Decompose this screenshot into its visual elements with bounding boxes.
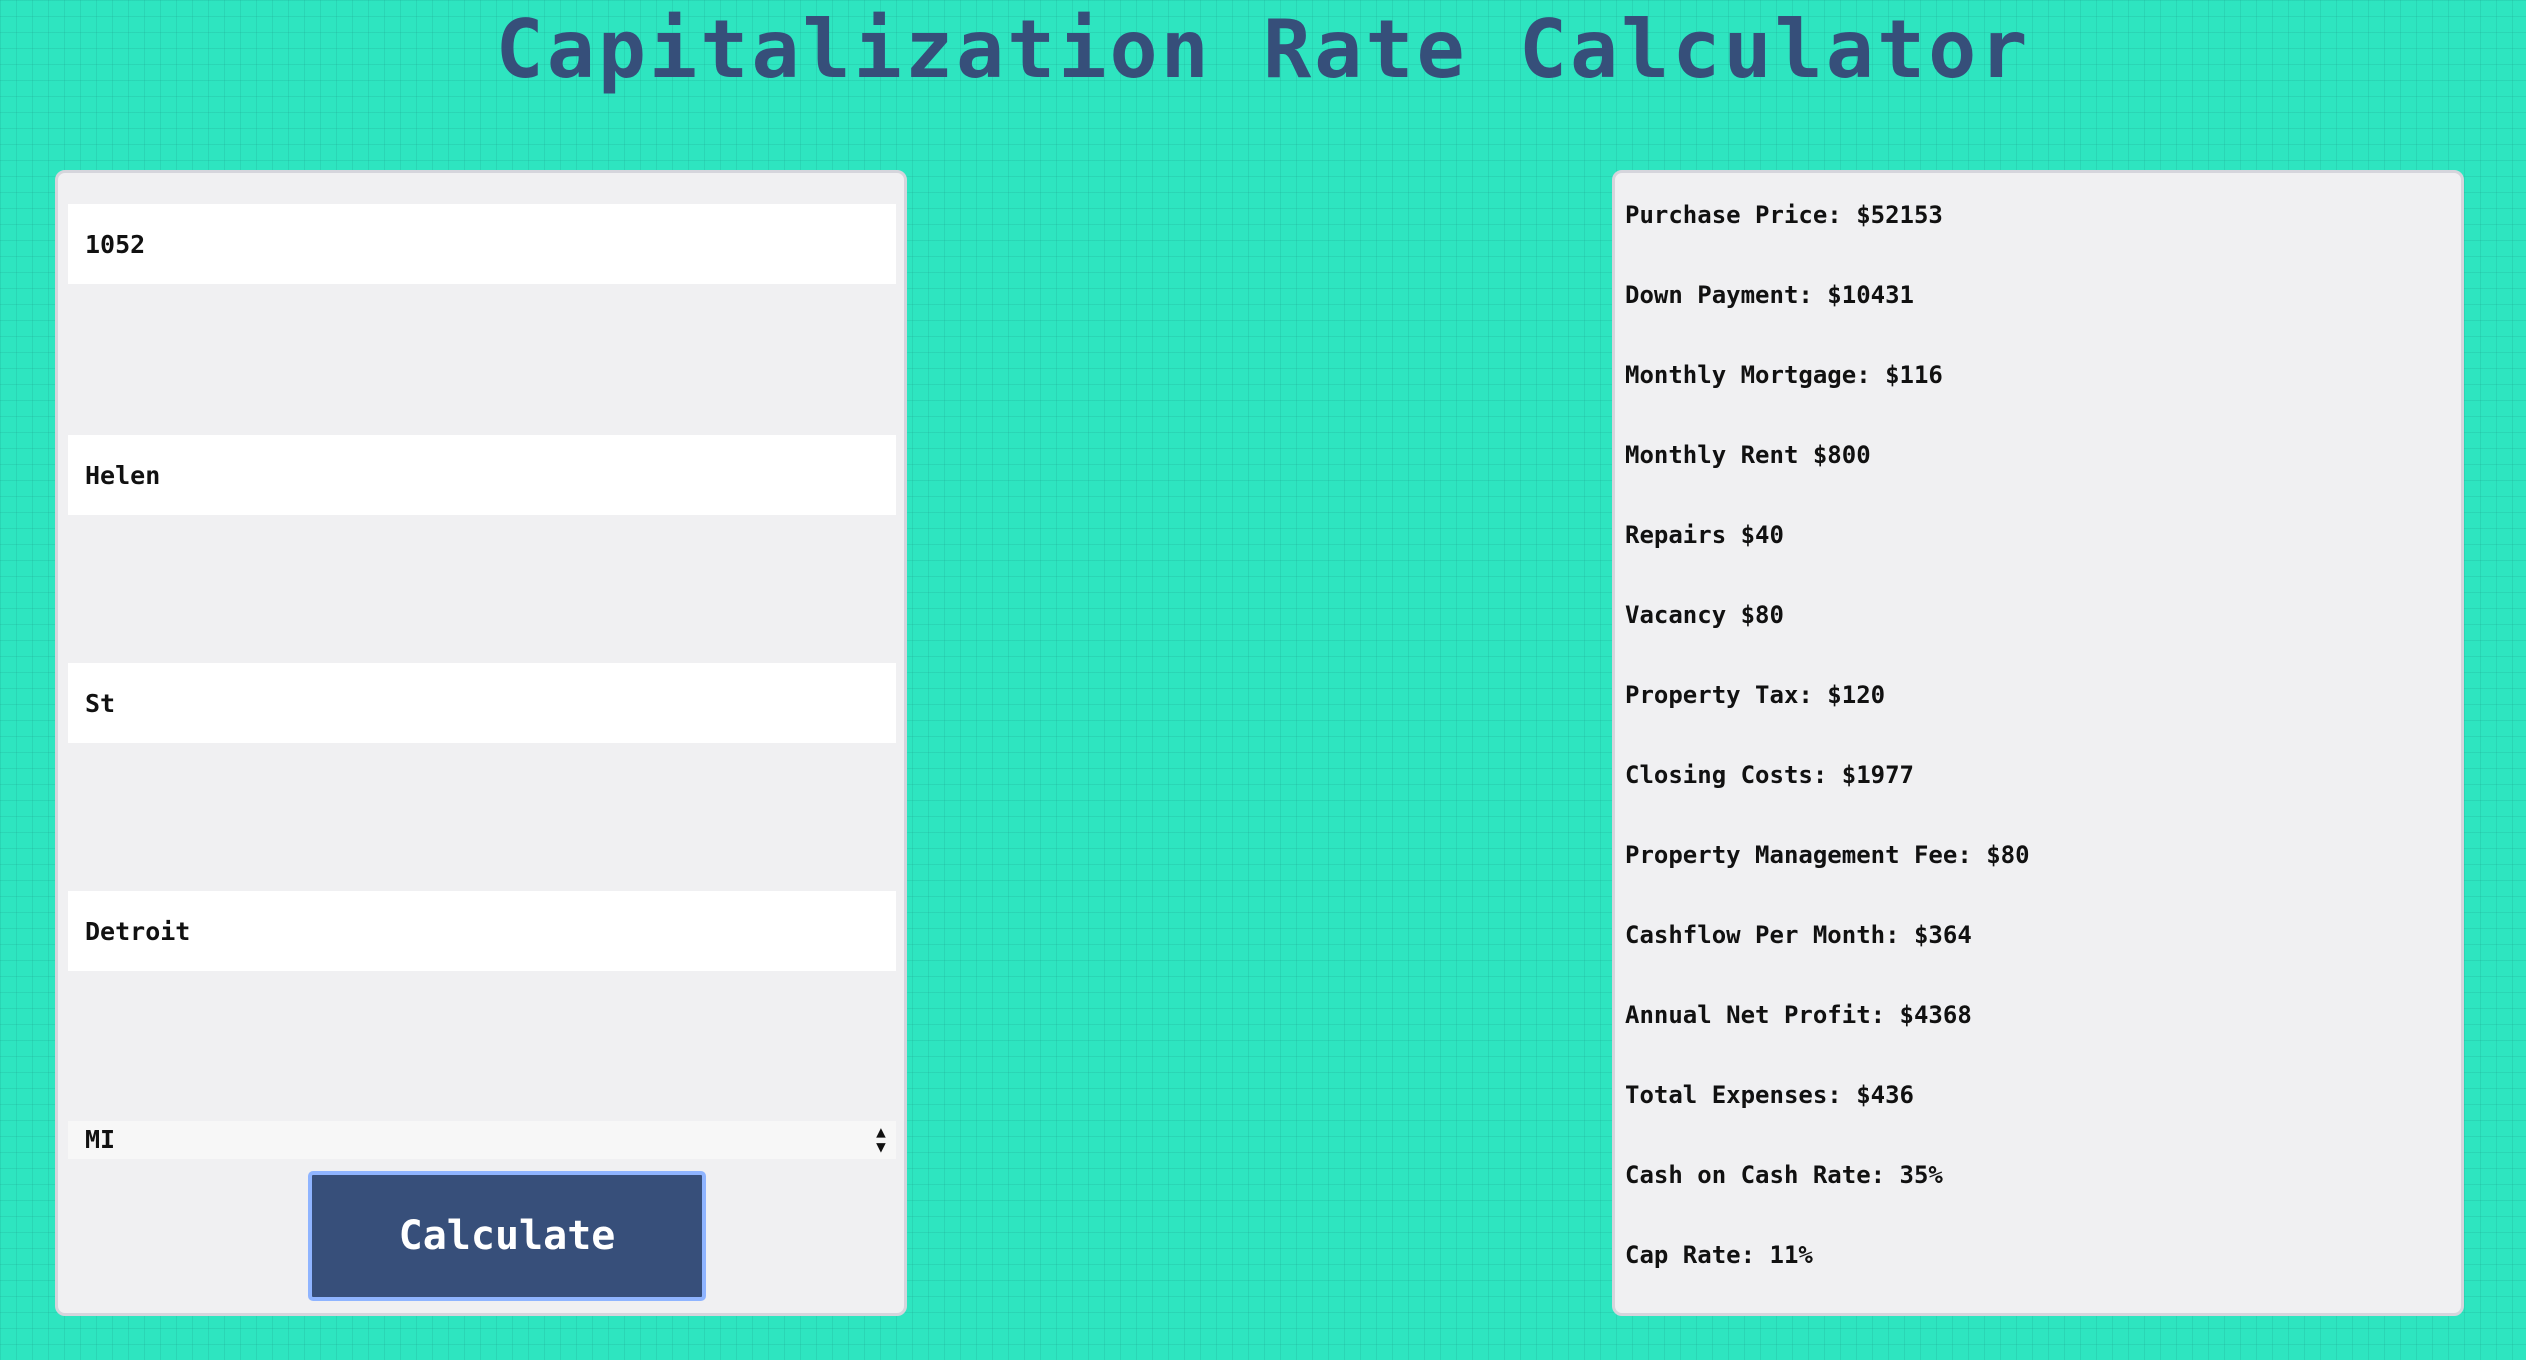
result-cap-rate: Cap Rate: 11% — [1625, 1241, 1813, 1269]
house-number-input[interactable] — [68, 204, 896, 284]
result-cash-on-cash-rate: Cash on Cash Rate: 35% — [1625, 1161, 1943, 1189]
state-select[interactable]: MI ▲ ▼ — [68, 1121, 896, 1159]
result-property-tax: Property Tax: $120 — [1625, 681, 1886, 709]
result-monthly-rent: Monthly Rent $800 — [1625, 441, 1871, 469]
calculator-form: MI ▲▼ Calculate — [55, 170, 907, 1316]
result-down-payment: Down Payment: $10431 — [1625, 281, 1914, 309]
result-total-expenses: Total Expenses: $436 — [1625, 1081, 1914, 1109]
results-panel: Purchase Price: $52153 Down Payment: $10… — [1612, 170, 2464, 1316]
result-monthly-mortgage: Monthly Mortgage: $116 — [1625, 361, 1943, 389]
result-property-management-fee: Property Management Fee: $80 — [1625, 841, 2030, 869]
street-name-input[interactable] — [68, 435, 896, 515]
city-input[interactable] — [68, 891, 896, 971]
result-cashflow-per-month: Cashflow Per Month: $364 — [1625, 921, 1972, 949]
result-purchase-price: Purchase Price: $52153 — [1625, 201, 1943, 229]
street-suffix-input[interactable] — [68, 663, 896, 743]
state-select-value: MI — [85, 1125, 116, 1154]
result-repairs: Repairs $40 — [1625, 521, 1784, 549]
result-closing-costs: Closing Costs: $1977 — [1625, 761, 1914, 789]
result-vacancy: Vacancy $80 — [1625, 601, 1784, 629]
result-annual-net-profit: Annual Net Profit: $4368 — [1625, 1001, 1972, 1029]
results-list: Purchase Price: $52153 Down Payment: $10… — [1625, 197, 2030, 1317]
updown-arrows-icon: ▲ ▼ — [876, 1122, 886, 1156]
calculate-button[interactable]: Calculate — [308, 1171, 706, 1301]
page-title: Capitalization Rate Calculator — [495, 3, 2031, 96]
